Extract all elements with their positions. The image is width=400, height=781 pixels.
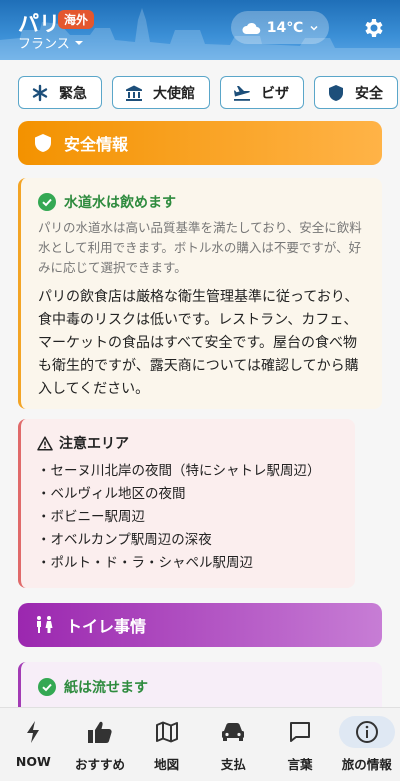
chip-emergency[interactable]: 緊急 bbox=[18, 76, 102, 109]
nav-label: 言葉 bbox=[287, 757, 313, 772]
chat-icon bbox=[290, 722, 311, 742]
country-selector[interactable]: フランス bbox=[18, 33, 84, 52]
chip-label: 緊急 bbox=[59, 85, 87, 102]
water-title-text: 水道水は飲めます bbox=[64, 195, 176, 211]
quick-chips: 緊急 大使館 ビザ 安全 bbox=[18, 76, 400, 109]
safety-section-header[interactable]: 安全情報 bbox=[18, 121, 382, 165]
nav-language[interactable]: 言葉 bbox=[267, 708, 334, 781]
nav-now[interactable]: NOW bbox=[0, 708, 67, 781]
app-header: パリ 海外 フランス 14℃ bbox=[0, 0, 400, 60]
toilet-ok-title: 紙は流せます bbox=[38, 677, 368, 697]
caret-down-icon bbox=[74, 40, 83, 45]
chip-safety[interactable]: 安全 bbox=[314, 76, 398, 109]
caution-list: ・セーヌ川北岸の夜間（特にシャトレ駅周辺） ・ベルヴィル地区の夜間 ・ボビニー駅… bbox=[37, 460, 345, 575]
temperature: 14℃ bbox=[266, 19, 304, 36]
info-icon bbox=[355, 721, 378, 743]
chip-label: ビザ bbox=[261, 85, 289, 102]
chip-label: 大使館 bbox=[153, 85, 195, 102]
check-circle-icon bbox=[38, 193, 56, 211]
airplane-icon bbox=[234, 85, 250, 101]
asterisk-icon bbox=[32, 84, 48, 101]
nav-recommend[interactable]: おすすめ bbox=[67, 708, 134, 781]
nav-map[interactable]: 地図 bbox=[133, 708, 200, 781]
nav-payment[interactable]: 支払 bbox=[200, 708, 267, 781]
bottom-navigation: NOW おすすめ 地図 支払 言葉 旅の情報 bbox=[0, 707, 400, 781]
section-title: トイレ事情 bbox=[66, 617, 147, 636]
list-item: ・ベルヴィル地区の夜間 bbox=[37, 486, 186, 502]
chip-visa[interactable]: ビザ bbox=[220, 76, 304, 109]
nav-label: NOW bbox=[15, 754, 51, 769]
chip-embassy[interactable]: 大使館 bbox=[112, 76, 210, 109]
cloud-icon bbox=[242, 22, 261, 34]
check-circle-icon bbox=[38, 678, 56, 696]
caution-title-text: 注意エリア bbox=[59, 436, 129, 452]
main-content[interactable]: 緊急 大使館 ビザ 安全 安全情報 水道水は飲めます パリの水道水は高い品質基準… bbox=[0, 60, 400, 707]
list-item: ・セーヌ川北岸の夜間（特にシャトレ駅周辺） bbox=[37, 463, 321, 479]
toilet-section-header[interactable]: トイレ事情 bbox=[18, 603, 382, 647]
car-icon bbox=[222, 723, 245, 741]
water-ok-title: 水道水は飲めます bbox=[38, 192, 368, 212]
nav-label: 旅の情報 bbox=[341, 757, 392, 772]
water-description: パリの水道水は高い品質基準を満たしており、安全に飲料水として利用できます。ボトル… bbox=[38, 220, 362, 275]
list-item: ・オベルカンプ駅周辺の深夜 bbox=[37, 532, 212, 548]
weather-button[interactable]: 14℃ bbox=[231, 11, 329, 44]
section-title: 安全情報 bbox=[64, 135, 129, 154]
caution-area-card: 注意エリア ・セーヌ川北岸の夜間（特にシャトレ駅周辺） ・ベルヴィル地区の夜間 … bbox=[18, 419, 355, 588]
overseas-badge: 海外 bbox=[58, 10, 95, 29]
list-item: ・ボビニー駅周辺 bbox=[37, 509, 145, 525]
chip-label: 安全 bbox=[355, 85, 383, 102]
toilet-ok-text: 紙は流せます bbox=[64, 680, 148, 696]
bank-icon bbox=[126, 85, 142, 101]
bolt-icon bbox=[27, 721, 40, 743]
shield-icon bbox=[35, 134, 51, 152]
gear-icon[interactable] bbox=[361, 16, 385, 40]
nav-label: 支払 bbox=[220, 757, 246, 772]
toilet-card: 紙は流せます bbox=[18, 662, 382, 707]
warning-icon bbox=[37, 435, 53, 451]
nav-label: 地図 bbox=[154, 757, 180, 772]
nav-travel-info[interactable]: 旅の情報 bbox=[333, 708, 400, 781]
list-item: ・ポルト・ド・ラ・シャペル駅周辺 bbox=[37, 555, 253, 571]
chevron-down-icon bbox=[310, 25, 318, 31]
food-safety-text: パリの飲食店は厳格な衛生管理基準に従っており、食中毒のリスクは低いです。レストラ… bbox=[38, 289, 359, 397]
restroom-icon bbox=[37, 616, 53, 633]
thumbs-up-icon bbox=[88, 721, 112, 743]
map-icon bbox=[155, 721, 178, 743]
caution-title: 注意エリア bbox=[37, 433, 345, 453]
water-card: 水道水は飲めます パリの水道水は高い品質基準を満たしており、安全に飲料水として利… bbox=[18, 178, 382, 409]
nav-label: おすすめ bbox=[75, 757, 126, 772]
shield-icon bbox=[329, 84, 343, 101]
country-name: フランス bbox=[18, 37, 70, 52]
